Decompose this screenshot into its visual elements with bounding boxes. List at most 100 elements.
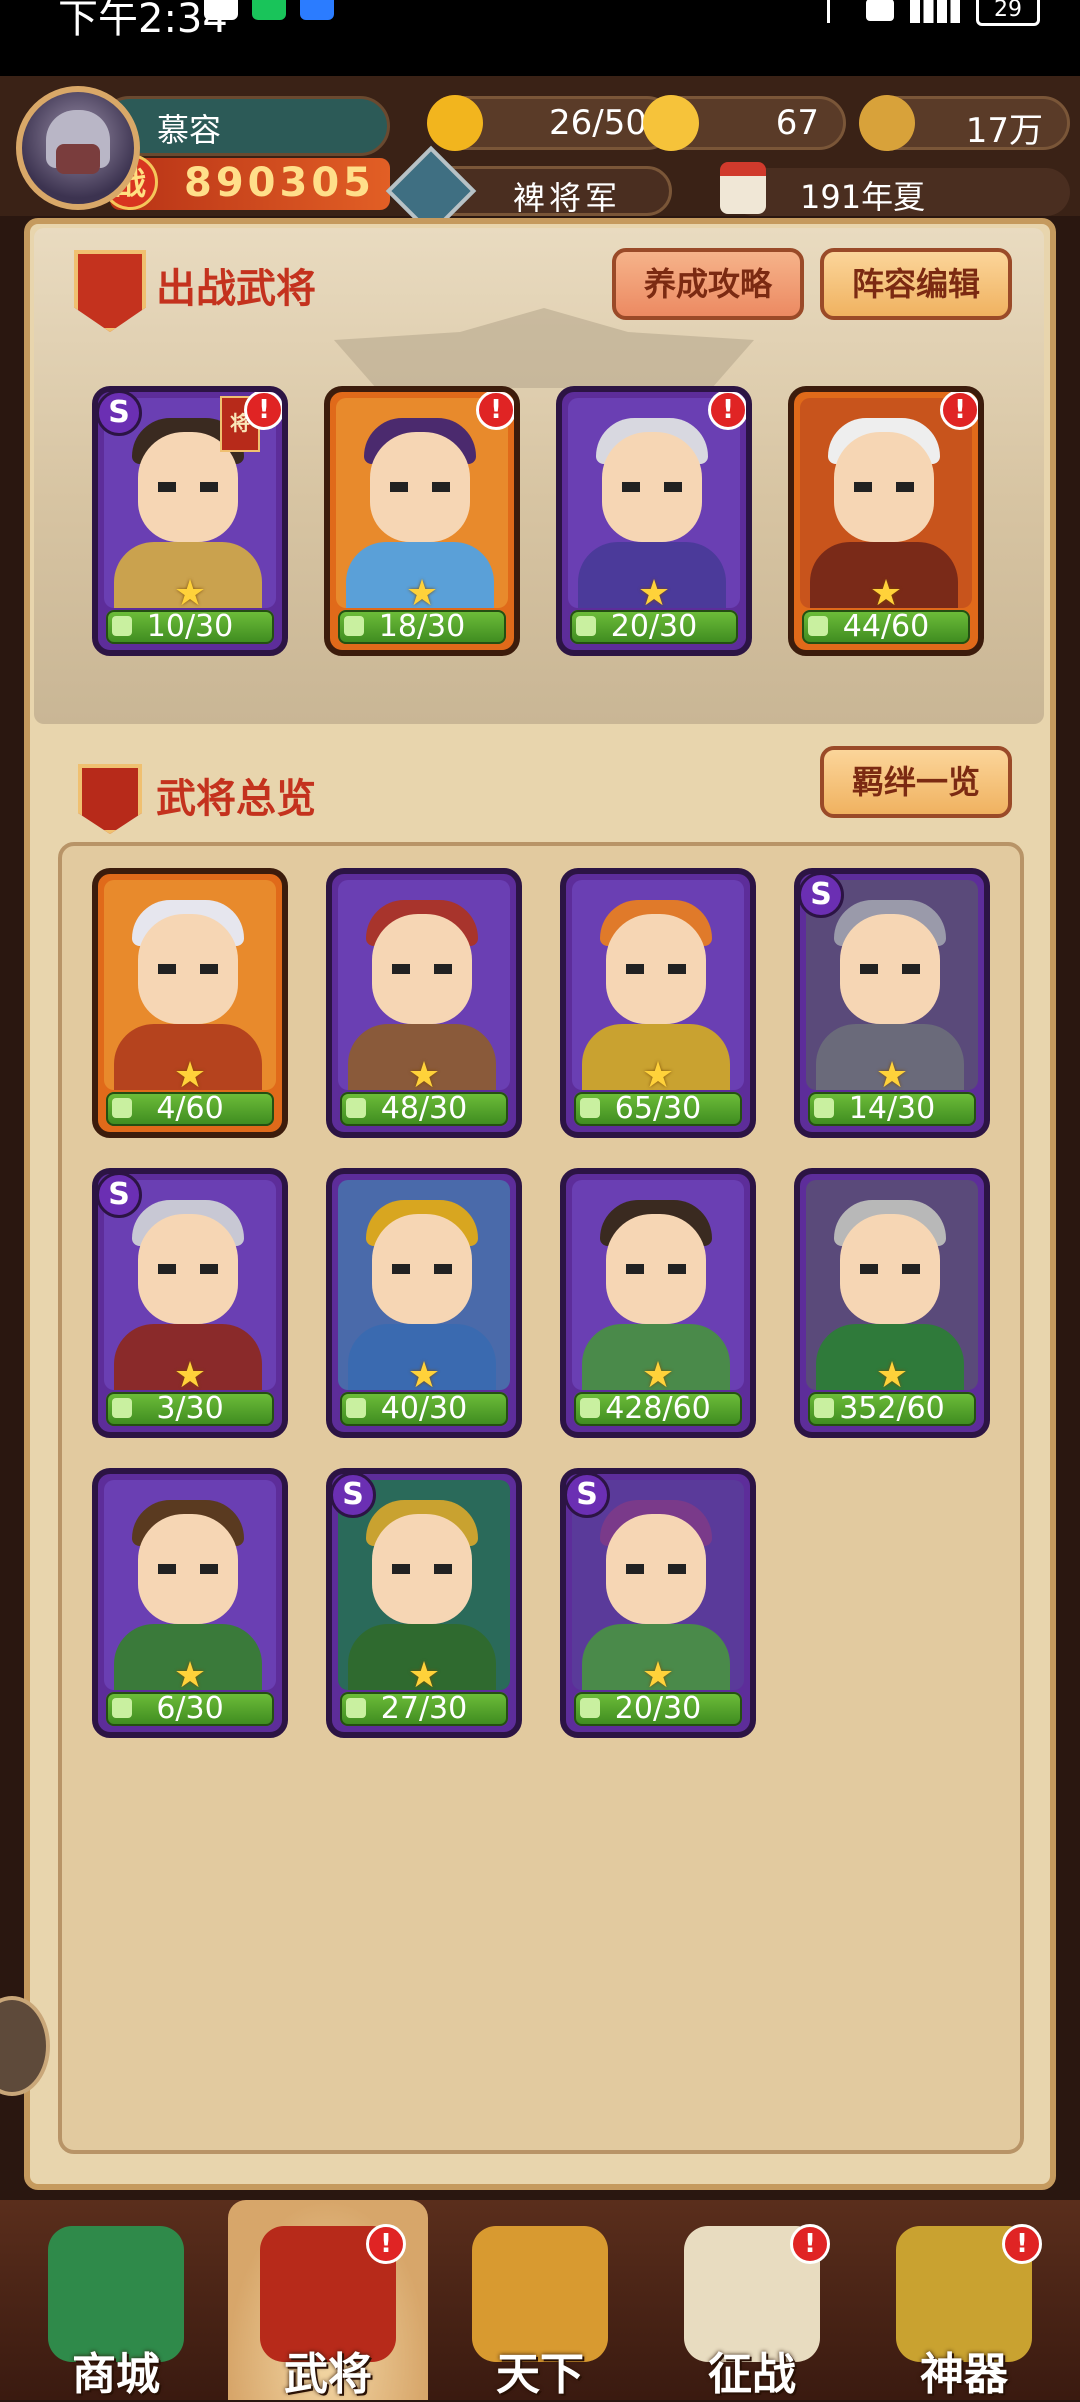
puzzle-piece-icon — [112, 1098, 132, 1118]
status-notification-icons — [204, 0, 334, 20]
general-eyes — [158, 482, 218, 492]
palace-background-icon — [334, 308, 754, 388]
bonds-overview-button[interactable]: 羁绊一览 — [820, 746, 1012, 818]
stamina-icon — [427, 95, 483, 151]
shard-progress: 428/60 — [574, 1392, 742, 1426]
shard-progress: 18/30 — [338, 610, 506, 644]
shard-progress: 20/30 — [574, 1692, 742, 1726]
star-icon: ★ — [641, 1655, 675, 1696]
shard-progress-text: 3/30 — [156, 1391, 224, 1426]
puzzle-piece-icon — [344, 616, 364, 636]
general-card[interactable]: ★ 14/30 S — [794, 868, 990, 1138]
nav-label: 武将 — [284, 2349, 372, 2400]
general-card[interactable]: ★ 65/30 — [560, 868, 756, 1138]
nav-label: 神器 — [920, 2349, 1008, 2400]
general-eyes — [860, 964, 920, 974]
general-card[interactable]: ★ 20/30! — [556, 386, 752, 656]
general-eyes — [860, 1264, 920, 1274]
general-card[interactable]: ★ 18/30! — [324, 386, 520, 656]
general-card[interactable]: ★ 10/30 S! 将 — [92, 386, 288, 656]
player-rank-bar[interactable]: 裨将军 — [385, 145, 672, 237]
player-avatar[interactable] — [16, 86, 140, 210]
avatar-mask-icon — [56, 144, 100, 174]
alarm-icon — [204, 0, 238, 20]
resource-stamina[interactable]: 26/50 — [427, 95, 674, 151]
shard-progress-text: 65/30 — [614, 1091, 702, 1126]
battle-section-title: 出战武将 — [156, 266, 316, 312]
puzzle-piece-icon — [580, 1698, 600, 1718]
shard-progress: 40/30 — [340, 1392, 508, 1426]
puzzle-piece-icon — [576, 616, 596, 636]
status-system-icons: 29 — [827, 0, 1040, 26]
general-card[interactable]: ★ 27/30 S — [326, 1468, 522, 1738]
alert-badge-icon: ! — [790, 2224, 830, 2264]
shard-progress: 44/60 — [802, 610, 970, 644]
general-card[interactable]: ★ 3/30 S — [92, 1168, 288, 1438]
star-icon: ★ — [869, 573, 903, 614]
shard-progress-text: 40/30 — [380, 1391, 468, 1426]
star-icon: ★ — [407, 1055, 441, 1096]
training-guide-button[interactable]: 养成攻略 — [612, 248, 804, 320]
general-eyes — [622, 482, 682, 492]
puzzle-piece-icon — [346, 1698, 366, 1718]
coins-icon — [859, 95, 915, 151]
nav-label: 商城 — [72, 2349, 160, 2400]
star-icon: ★ — [173, 1055, 207, 1096]
puzzle-piece-icon — [580, 1398, 600, 1418]
shard-progress-text: 18/30 — [378, 609, 466, 644]
nav-item-1[interactable]: 商城 — [16, 2200, 216, 2400]
star-icon: ★ — [641, 1055, 675, 1096]
rarity-s-badge: S — [332, 1474, 376, 1518]
puzzle-piece-icon — [814, 1398, 834, 1418]
nav-item-3[interactable]: 天下 — [440, 2200, 640, 2400]
shard-progress-text: 27/30 — [380, 1691, 468, 1726]
general-eyes — [392, 964, 452, 974]
alert-badge-icon: ! — [940, 392, 978, 430]
alert-badge-icon: ! — [708, 392, 746, 430]
nav-item-4[interactable]: 征战! — [652, 2200, 852, 2400]
general-card[interactable]: ★ 6/30 — [92, 1468, 288, 1738]
general-eyes — [392, 1264, 452, 1274]
general-card[interactable]: ★ 352/60 — [794, 1168, 990, 1438]
star-icon: ★ — [173, 1355, 207, 1396]
gold-ingot-icon — [643, 95, 699, 151]
bluetooth-icon — [827, 0, 850, 23]
app-notification-icon — [300, 0, 334, 20]
resource-gold-ingot-value: 67 — [775, 103, 819, 143]
general-eyes — [854, 482, 914, 492]
alert-badge-icon: ! — [244, 392, 282, 430]
star-icon: ★ — [405, 573, 439, 614]
shard-progress-text: 48/30 — [380, 1091, 468, 1126]
game-date: 191年夏 — [800, 178, 926, 216]
star-icon: ★ — [407, 1655, 441, 1696]
shard-progress: 3/30 — [106, 1392, 274, 1426]
resource-coins[interactable]: 17万 — [859, 95, 1070, 151]
resource-stamina-value: 26/50 — [549, 103, 647, 143]
bottom-nav: 商城 武将! 天下 征战! 神器! — [0, 2200, 1080, 2400]
general-card[interactable]: ★ 4/60 — [92, 868, 288, 1138]
alert-badge-icon: ! — [476, 392, 514, 430]
general-card[interactable]: ★ 40/30 — [326, 1168, 522, 1438]
game-date-bar[interactable]: 191年夏 — [720, 162, 1070, 216]
player-rank: 裨将军 — [513, 179, 622, 217]
shard-progress: 65/30 — [574, 1092, 742, 1126]
nav-item-2[interactable]: 武将! — [228, 2200, 428, 2400]
puzzle-piece-icon — [808, 616, 828, 636]
shard-progress: 48/30 — [340, 1092, 508, 1126]
shard-progress: 10/30 — [106, 610, 274, 644]
resource-gold-ingot[interactable]: 67 — [643, 95, 846, 151]
lineup-edit-button[interactable]: 阵容编辑 — [820, 248, 1012, 320]
general-card[interactable]: ★ 48/30 — [326, 868, 522, 1138]
player-power-bar: 战 890305 — [102, 154, 390, 210]
nav-item-5[interactable]: 神器! — [864, 2200, 1064, 2400]
general-card[interactable]: ★ 20/30 S — [560, 1468, 756, 1738]
general-card[interactable]: ★ 428/60 — [560, 1168, 756, 1438]
nav-label: 天下 — [496, 2349, 584, 2400]
shard-progress: 14/30 — [808, 1092, 976, 1126]
rarity-s-badge: S — [98, 392, 142, 436]
shard-progress-text: 428/60 — [605, 1391, 711, 1426]
star-icon: ★ — [875, 1055, 909, 1096]
general-eyes — [626, 1264, 686, 1274]
general-card[interactable]: ★ 44/60! — [788, 386, 984, 656]
rarity-s-badge: S — [800, 874, 844, 918]
